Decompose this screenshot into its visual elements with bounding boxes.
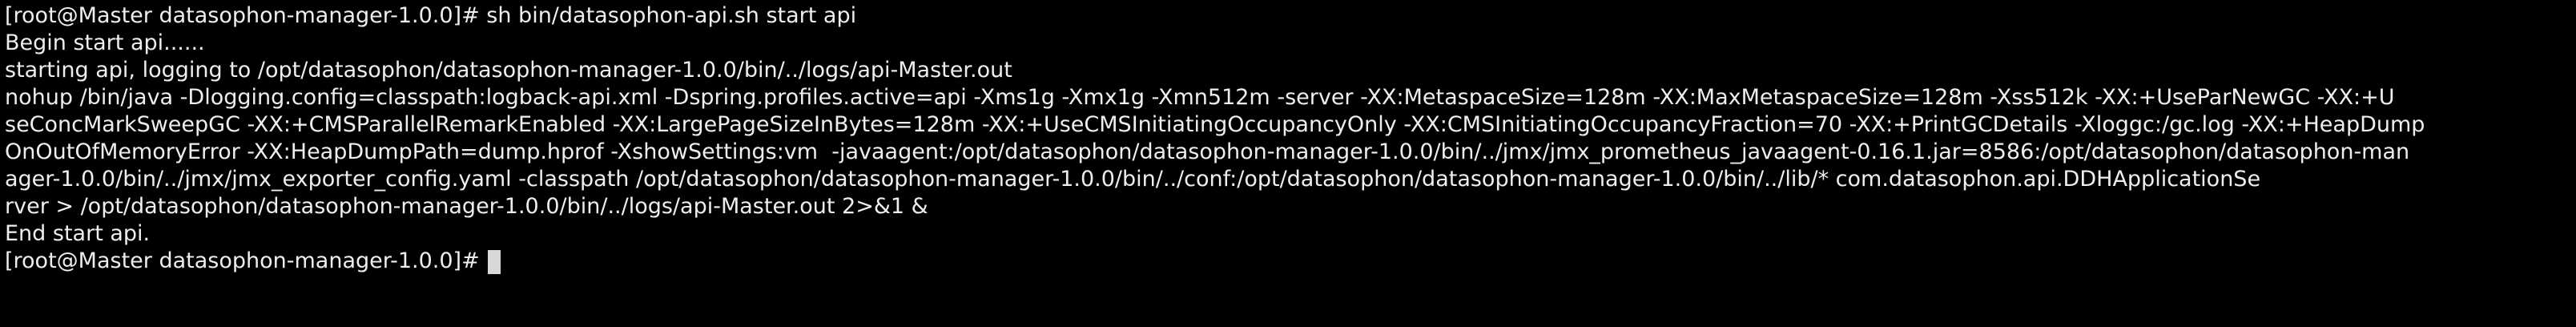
terminal-window[interactable]: [root@Master datasophon-manager-1.0.0]# … — [0, 0, 2576, 327]
terminal-line-output: nohup /bin/java -Dlogging.config=classpa… — [5, 85, 2395, 110]
shell-prompt: [root@Master datasophon-manager-1.0.0]# — [5, 248, 487, 273]
terminal-line-output: End start api. — [5, 221, 151, 246]
terminal-prompt-line[interactable]: [root@Master datasophon-manager-1.0.0]# — [5, 248, 2576, 275]
terminal-line-output: seConcMarkSweepGC -XX:+CMSParallelRemark… — [5, 112, 2425, 137]
terminal-cursor — [488, 249, 501, 274]
terminal-line-output: ager-1.0.0/bin/../jmx/jmx_exporter_confi… — [5, 167, 2261, 192]
terminal-line-output: rver > /opt/datasophon/datasophon-manage… — [5, 194, 928, 219]
terminal-line-output: OnOutOfMemoryError -XX:HeapDumpPath=dump… — [5, 139, 2410, 164]
terminal-line-output: Begin start api...... — [5, 30, 205, 55]
terminal-line-command: [root@Master datasophon-manager-1.0.0]# … — [5, 3, 857, 28]
terminal-line-output: starting api, logging to /opt/datasophon… — [5, 58, 1012, 83]
